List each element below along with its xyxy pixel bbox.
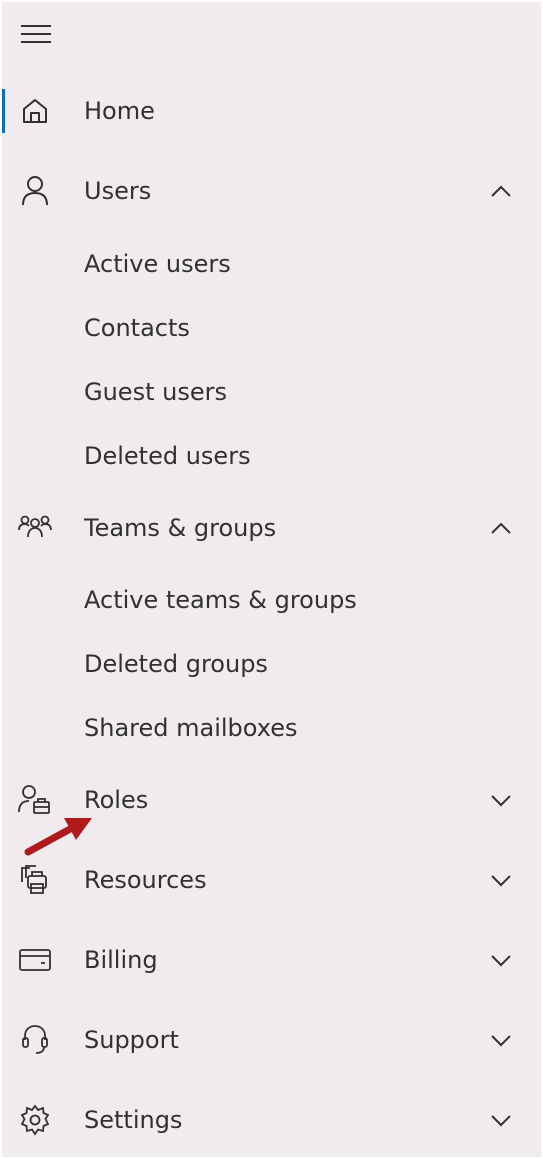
gear-icon [18,1103,52,1137]
nav-subitem-shared-mailboxes[interactable]: Shared mailboxes [84,708,297,748]
credit-card-icon [18,943,52,977]
nav-label-settings: Settings [84,1106,183,1134]
nav-label-support: Support [84,1026,179,1054]
chevron-down-icon[interactable] [488,947,514,973]
nav-item-settings[interactable]: Settings [2,1088,541,1152]
nav-item-roles[interactable]: Roles [2,768,541,832]
nav-label-teams-groups: Teams & groups [84,514,277,542]
person-icon [18,174,52,208]
nav-item-billing[interactable]: Billing [2,928,541,992]
nav-label-billing: Billing [84,946,158,974]
nav-subitem-deleted-groups[interactable]: Deleted groups [84,644,268,684]
nav-label-users: Users [84,177,152,205]
chevron-down-icon[interactable] [488,787,514,813]
admin-nav-panel: Home Users Active users Contacts Guest u… [2,2,541,1157]
nav-label-roles: Roles [84,786,149,814]
chevron-down-icon[interactable] [488,1107,514,1133]
nav-item-users[interactable]: Users [2,159,541,223]
nav-subitem-active-users[interactable]: Active users [84,244,231,284]
hamburger-menu-button[interactable] [20,20,56,48]
chevron-down-icon[interactable] [488,1027,514,1053]
chevron-down-icon[interactable] [488,867,514,893]
chevron-up-icon[interactable] [488,515,514,541]
nav-item-support[interactable]: Support [2,1008,541,1072]
nav-label-resources: Resources [84,866,207,894]
nav-subitem-active-teams-groups[interactable]: Active teams & groups [84,580,357,620]
nav-subitem-contacts[interactable]: Contacts [84,308,190,348]
nav-item-teams-groups[interactable]: Teams & groups [2,496,541,560]
hamburger-icon [21,25,51,43]
home-icon [18,94,52,128]
person-badge-icon [18,783,52,817]
nav-subitem-guest-users[interactable]: Guest users [84,372,227,412]
nav-item-home[interactable]: Home [2,79,541,143]
headset-icon [18,1023,52,1057]
people-group-icon [18,511,52,545]
chevron-up-icon[interactable] [488,178,514,204]
printer-icon [18,863,52,897]
nav-subitem-deleted-users[interactable]: Deleted users [84,436,251,476]
nav-item-resources[interactable]: Resources [2,848,541,912]
nav-label-home: Home [84,97,155,125]
